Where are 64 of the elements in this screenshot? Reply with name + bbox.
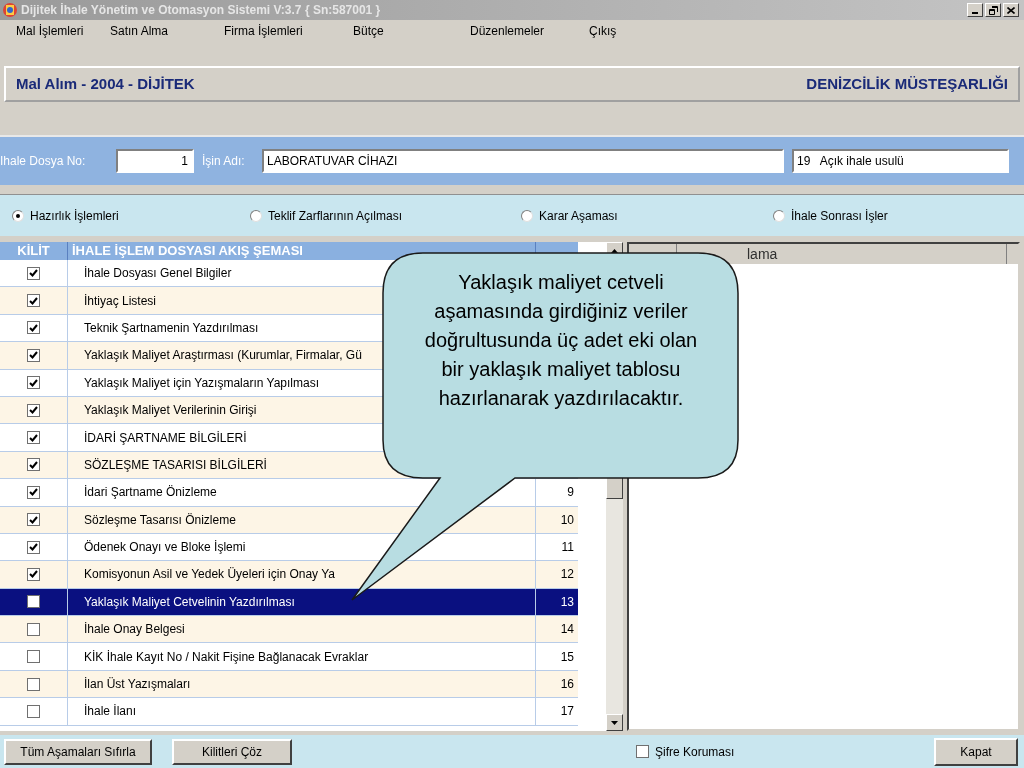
table-cell: İhale İlanı xyxy=(67,698,535,725)
checkbox[interactable] xyxy=(27,431,40,445)
checkbox[interactable] xyxy=(27,321,40,335)
checkbox[interactable] xyxy=(27,540,40,554)
field-label: İşin Adı: xyxy=(202,153,246,170)
table-row[interactable]: İhale İlanı 17 xyxy=(0,698,578,726)
window-title: Dijitek İhale Yönetim ve Otomasyon Sistemi V:3.7 { Sn:587001 } xyxy=(21,2,381,19)
checkbox[interactable] xyxy=(27,677,40,691)
menu-item[interactable]: Düzenlemeler xyxy=(470,22,585,40)
menu-item[interactable]: Çıkış xyxy=(589,22,649,40)
table-row[interactable]: Komisyonun Asil ve Yedek Üyeleri için Onay Ya 12 xyxy=(0,561,578,589)
down-arrow-icon xyxy=(611,720,618,725)
text-field[interactable]: 1 xyxy=(116,149,194,173)
radio-button[interactable] xyxy=(521,209,533,222)
app-icon xyxy=(2,2,18,18)
header-title: Mal Alım - 2004 - DİJİTEK xyxy=(16,73,195,94)
checkbox[interactable] xyxy=(636,745,649,758)
radio-button[interactable] xyxy=(12,209,24,222)
up-arrow-icon xyxy=(611,248,618,253)
field-label: Ihale Dosya No: xyxy=(0,153,87,170)
checkbox[interactable] xyxy=(27,485,40,499)
close-button[interactable] xyxy=(1003,3,1019,17)
checkbox[interactable] xyxy=(27,595,40,609)
table-cell: İhale Onay Belgesi xyxy=(67,616,535,643)
table-cell: KİK İhale Kayıt No / Nakit Fişine Bağlanacak Evraklar xyxy=(67,643,535,670)
minimize-icon xyxy=(972,12,978,14)
table-row[interactable]: Yaklaşık Maliyet Cetvelinin Yazdırılması 13 xyxy=(0,588,578,617)
radio-option[interactable]: Teklif Zarflarının Açılması xyxy=(250,206,521,225)
radio-option[interactable]: Karar Aşaması xyxy=(521,206,773,225)
radio-option[interactable]: İhale Sonrası İşler xyxy=(773,206,1013,225)
checkbox[interactable] xyxy=(27,266,40,280)
table-cell: İlan Üst Yazışmaları xyxy=(67,670,535,698)
checkbox[interactable] xyxy=(27,348,40,362)
checkbox-label: Şifre Koruması xyxy=(655,743,735,761)
radio-button[interactable] xyxy=(773,209,785,222)
checkbox[interactable] xyxy=(27,376,40,390)
checkbox[interactable] xyxy=(27,294,40,308)
scroll-down-button[interactable] xyxy=(606,714,623,731)
restore-icon xyxy=(988,5,998,15)
checkbox[interactable] xyxy=(27,622,40,636)
minimize-button[interactable] xyxy=(967,3,983,17)
organization-name: DENİZCİLİK MÜSTEŞARLIĞI xyxy=(806,73,1008,94)
restore-button[interactable] xyxy=(985,3,1001,17)
checkbox[interactable] xyxy=(27,568,40,581)
table-row[interactable]: İlan Üst Yazışmaları 16 xyxy=(0,670,578,699)
checkbox[interactable] xyxy=(27,704,40,718)
checkbox[interactable] xyxy=(27,403,40,417)
table-row[interactable]: KİK İhale Kayıt No / Nakit Fişine Bağlanacak Evraklar 15 xyxy=(0,643,578,671)
menu-item[interactable]: Bütçe xyxy=(353,22,466,40)
menu-item[interactable]: Mal İşlemleri xyxy=(4,22,106,40)
close-icon xyxy=(1007,6,1015,14)
radio-option[interactable]: Hazırlık İşlemleri xyxy=(0,206,250,225)
menu-item[interactable]: Firma İşlemleri xyxy=(224,22,349,40)
checkbox[interactable] xyxy=(27,650,40,664)
action-button[interactable]: Tüm Aşamaları Sıfırla xyxy=(4,738,152,765)
checkbox[interactable] xyxy=(27,513,40,527)
action-button[interactable]: Kilitleri Çöz xyxy=(172,738,292,765)
checkbox[interactable] xyxy=(27,458,40,472)
text-field[interactable]: LABORATUVAR CİHAZI xyxy=(262,149,784,173)
text-field[interactable]: 19 Açık ihale usulü xyxy=(792,149,1009,173)
close-window-button[interactable]: Kapat xyxy=(934,737,1018,766)
table-row[interactable]: İhale Onay Belgesi 14 xyxy=(0,616,578,644)
radio-button[interactable] xyxy=(250,209,262,222)
menu-item[interactable]: Satın Alma xyxy=(110,22,220,40)
